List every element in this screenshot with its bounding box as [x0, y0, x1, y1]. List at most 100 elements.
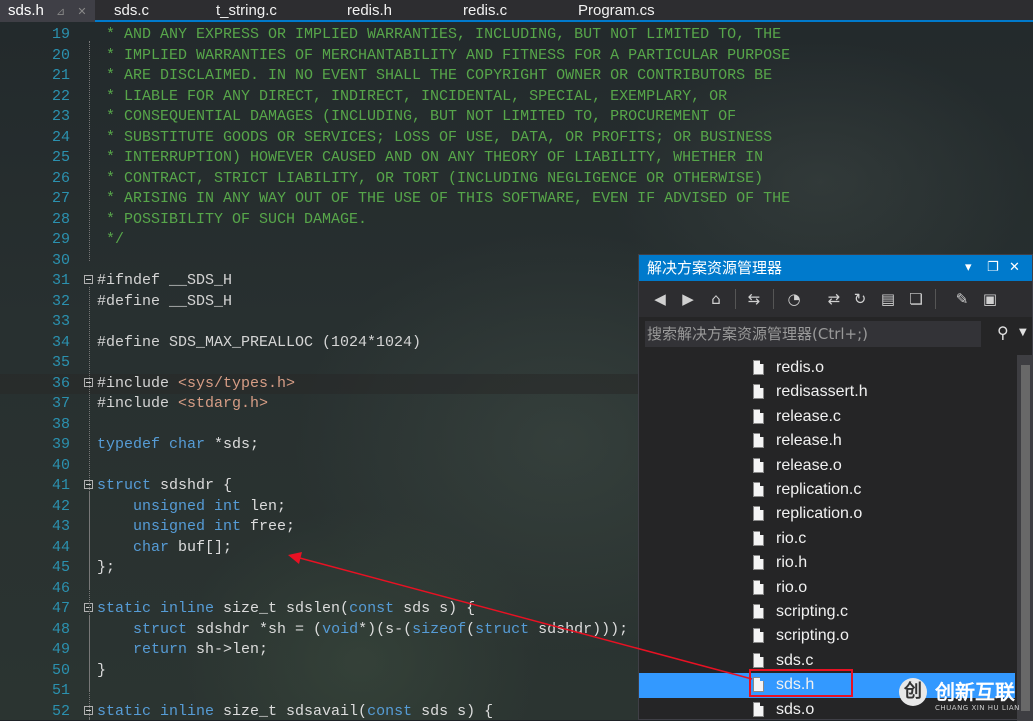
show-all-icon[interactable]: ▤: [879, 290, 897, 308]
fold-toggle-icon[interactable]: [84, 275, 93, 284]
outline-guide: [89, 41, 91, 261]
file-icon: [753, 384, 764, 400]
code-text: * LIABLE FOR ANY DIRECT, INDIRECT, INCID…: [97, 87, 727, 108]
outline-guide: [89, 492, 91, 589]
code-line[interactable]: 22 * LIABLE FOR ANY DIRECT, INDIRECT, IN…: [0, 87, 1033, 108]
code-text: * CONTRACT, STRICT LIABILITY, OR TORT (I…: [97, 169, 763, 190]
code-token: struct: [475, 620, 539, 638]
code-token: const: [349, 600, 404, 617]
code-text: * INTERRUPTION) HOWEVER CAUSED AND ON AN…: [97, 148, 763, 169]
line-number: 40: [51, 456, 70, 474]
annotation-highlight-box: [749, 669, 853, 697]
code-token: const: [367, 702, 422, 720]
code-token: }: [97, 661, 107, 679]
code-token: struct: [97, 620, 197, 638]
line-number: 32: [51, 292, 70, 310]
toolbar-separator: [735, 289, 736, 309]
code-text: static inline size_t sdsavail(const sds …: [97, 702, 493, 721]
code-line[interactable]: 28 * POSSIBILITY OF SUCH DAMAGE.: [0, 210, 1033, 231]
file-icon: [753, 530, 764, 546]
line-number: 41: [51, 477, 70, 494]
copy-icon[interactable]: ❏: [907, 290, 925, 308]
file-tree-item[interactable]: release.c: [639, 405, 1015, 429]
file-tree-item[interactable]: scripting.c: [639, 600, 1015, 624]
watermark-subtext: CHUANG XIN HU LIAN: [935, 704, 1020, 712]
code-token: sh->len;: [196, 641, 269, 658]
code-line[interactable]: 23 * CONSEQUENTIAL DAMAGES (INCLUDING, B…: [0, 107, 1033, 128]
file-tree-item[interactable]: rio.o: [639, 576, 1015, 600]
file-tree-item[interactable]: replication.c: [639, 478, 1015, 502]
close-tab-icon[interactable]: ✕: [77, 6, 86, 18]
code-token: char: [97, 538, 179, 556]
code-token: * IMPLIED WARRANTIES OF MERCHANTABILITY …: [97, 46, 791, 64]
code-text: char buf[];: [97, 538, 232, 559]
maximize-icon[interactable]: ❐: [987, 255, 999, 281]
tab-redis-c[interactable]: redis.c: [463, 0, 507, 22]
code-line[interactable]: 21 * ARE DISCLAIMED. IN NO EVENT SHALL T…: [0, 66, 1033, 87]
code-token: * CONTRACT, STRICT LIABILITY, OR TORT (I…: [97, 169, 764, 187]
code-token: free;: [250, 518, 296, 535]
code-text: unsigned int free;: [97, 517, 295, 538]
file-tree-item[interactable]: rio.c: [639, 527, 1015, 551]
file-tree-item[interactable]: redisassert.h: [639, 380, 1015, 404]
history-icon[interactable]: ◔: [785, 290, 803, 308]
back-icon[interactable]: ◀: [651, 290, 669, 308]
preview-icon[interactable]: ▣: [981, 290, 999, 308]
file-icon: [753, 433, 764, 449]
line-number: 28: [51, 210, 70, 228]
line-number: 42: [51, 497, 70, 515]
file-name: release.o: [776, 456, 842, 474]
tab-redis-h[interactable]: redis.h: [347, 0, 392, 22]
file-icon: [753, 506, 764, 522]
code-line[interactable]: 26 * CONTRACT, STRICT LIABILITY, OR TORT…: [0, 169, 1033, 190]
sync-icon[interactable]: ⇆: [745, 290, 763, 308]
code-text: };: [97, 558, 115, 579]
file-name: rio.c: [776, 529, 807, 547]
code-token: #include: [97, 395, 179, 412]
panel-dropdown-icon[interactable]: ▾: [965, 255, 972, 281]
collapse-icon[interactable]: ↻: [851, 290, 869, 308]
line-number: 19: [51, 26, 70, 43]
file-icon: [753, 701, 764, 717]
scrollbar-thumb[interactable]: [1021, 365, 1030, 711]
forward-icon[interactable]: ▶: [679, 290, 697, 308]
file-tree-item[interactable]: release.h: [639, 429, 1015, 453]
tab-sds-c[interactable]: sds.c: [114, 0, 149, 22]
code-line[interactable]: 24 * SUBSTITUTE GOODS OR SERVICES; LOSS …: [0, 128, 1033, 149]
code-token: unsigned int: [97, 518, 251, 535]
line-number: 51: [51, 682, 70, 699]
home-icon[interactable]: ⌂: [707, 290, 725, 308]
tab-label: Program.cs: [578, 2, 655, 19]
file-tree-item[interactable]: redis.o: [639, 356, 1015, 380]
file-tree-item[interactable]: replication.o: [639, 502, 1015, 526]
panel-title: 解决方案资源管理器: [647, 259, 783, 277]
solution-file-tree: redis.o redisassert.h release.c release.h re…: [639, 355, 1015, 721]
search-dropdown-icon[interactable]: ▼: [1019, 327, 1027, 338]
tab-program-cs[interactable]: Program.cs: [578, 0, 655, 22]
code-line[interactable]: 25 * INTERRUPTION) HOWEVER CAUSED AND ON…: [0, 148, 1033, 169]
pin-icon[interactable]: ⊿: [56, 6, 65, 18]
close-panel-icon[interactable]: ✕: [1009, 255, 1020, 281]
tab-label: redis.c: [463, 2, 508, 19]
toolbar-separator: [773, 289, 774, 309]
code-token: static inline: [97, 702, 224, 720]
code-line[interactable]: 27 * ARISING IN ANY WAY OUT OF THE USE O…: [0, 189, 1033, 210]
file-tree-item[interactable]: release.o: [639, 454, 1015, 478]
file-tree-item[interactable]: scripting.o: [639, 624, 1015, 648]
line-number: 24: [51, 128, 70, 146]
file-name: redisassert.h: [776, 383, 868, 401]
refresh-icon[interactable]: ⇄: [825, 290, 843, 308]
code-token: * ARISING IN ANY WAY OUT OF THE USE OF T…: [97, 190, 791, 207]
code-line[interactable]: 29 */: [0, 230, 1033, 251]
file-tree-item[interactable]: rio.h: [639, 551, 1015, 575]
code-line[interactable]: 19 * AND ANY EXPRESS OR IMPLIED WARRANTI…: [0, 25, 1033, 46]
code-line[interactable]: 20 * IMPLIED WARRANTIES OF MERCHANTABILI…: [0, 46, 1033, 67]
solution-search-input[interactable]: 搜索解决方案资源管理器(Ctrl+;): [645, 321, 981, 347]
line-number: 29: [51, 231, 70, 248]
search-icon[interactable]: ⚲: [997, 323, 1009, 342]
properties-icon[interactable]: ✎: [953, 290, 971, 308]
line-number: 48: [51, 620, 70, 638]
tab-t-string-c[interactable]: t_string.c: [216, 0, 277, 22]
line-number: 21: [51, 67, 70, 84]
tab-sds-h[interactable]: sds.h ⊿ ✕: [0, 0, 95, 22]
